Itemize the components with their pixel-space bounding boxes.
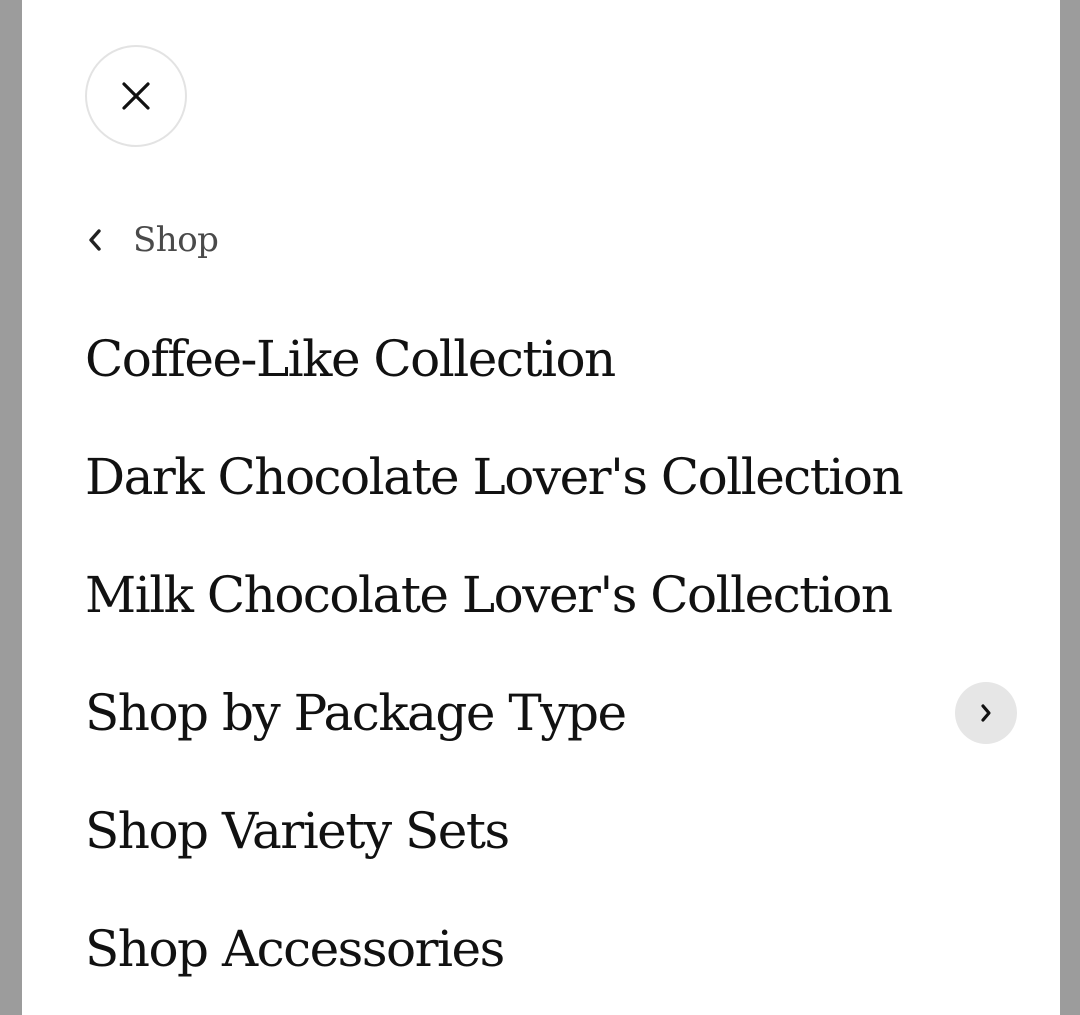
menu-item-label: Dark Chocolate Lover's Collection: [85, 448, 904, 506]
menu-item-label: Coffee-Like Collection: [85, 330, 616, 388]
chevron-left-icon: [85, 226, 105, 254]
menu-item-coffee-like-collection[interactable]: Coffee-Like Collection: [85, 300, 1015, 418]
menu-item-shop-variety-sets[interactable]: Shop Variety Sets: [85, 772, 1015, 890]
menu-item-shop-accessories[interactable]: Shop Accessories: [85, 890, 1015, 1008]
chevron-right-icon: [981, 704, 991, 722]
menu-item-label: Shop Accessories: [85, 920, 505, 978]
menu-item-label: Shop Variety Sets: [85, 802, 510, 860]
back-to-shop-link[interactable]: Shop: [85, 212, 219, 268]
menu-item-label: Shop by Package Type: [85, 684, 627, 742]
menu-panel: Shop Coffee-Like Collection Dark Chocola…: [22, 0, 1060, 1015]
menu-item-label: Milk Chocolate Lover's Collection: [85, 566, 893, 624]
menu-item-milk-chocolate-collection[interactable]: Milk Chocolate Lover's Collection: [85, 536, 1015, 654]
menu-item-shop-by-package-type[interactable]: Shop by Package Type: [85, 654, 1017, 772]
close-button[interactable]: [85, 45, 187, 147]
submenu-expand-button[interactable]: [955, 682, 1017, 744]
close-icon: [122, 82, 150, 110]
menu-item-dark-chocolate-collection[interactable]: Dark Chocolate Lover's Collection: [85, 418, 1015, 536]
back-link-label: Shop: [133, 220, 219, 260]
collection-menu: Coffee-Like Collection Dark Chocolate Lo…: [85, 300, 1017, 1008]
